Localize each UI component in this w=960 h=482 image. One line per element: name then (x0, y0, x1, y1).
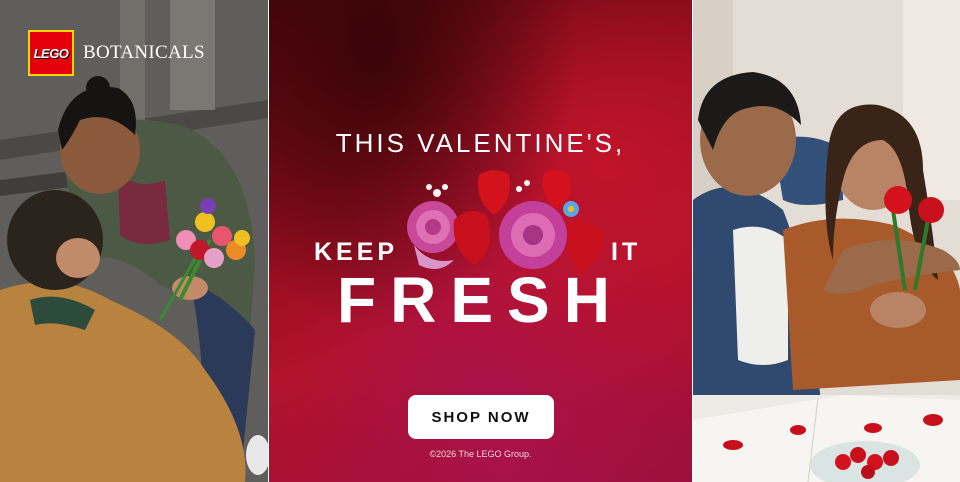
headline-it: IT (611, 238, 642, 266)
lego-logo-text: LEGO (33, 45, 69, 61)
left-photo-panel: LEGO BOTANICALS (0, 0, 268, 482)
right-photo-panel (693, 0, 960, 482)
lego-logo: LEGO (28, 30, 74, 76)
botanicals-wordmark: BOTANICALS (83, 42, 205, 63)
headline-line1: THIS VALENTINE'S, (335, 128, 626, 158)
headline-fresh: FRESH (337, 264, 624, 336)
couple-with-roses-photo (693, 0, 960, 482)
lego-botanicals-logo[interactable]: LEGO BOTANICALS (28, 30, 205, 76)
center-promo-panel: THIS VALENTINE'S, KEEP IT FRESH SHOP NOW… (269, 0, 692, 482)
headline-keep: KEEP (314, 238, 399, 266)
copyright-text: ©2026 The LEGO Group. (429, 449, 532, 459)
shop-now-button[interactable]: SHOP NOW (408, 395, 554, 439)
valentines-banner[interactable]: LEGO BOTANICALS THIS VALENTINE'S, KEEP I… (0, 0, 960, 482)
